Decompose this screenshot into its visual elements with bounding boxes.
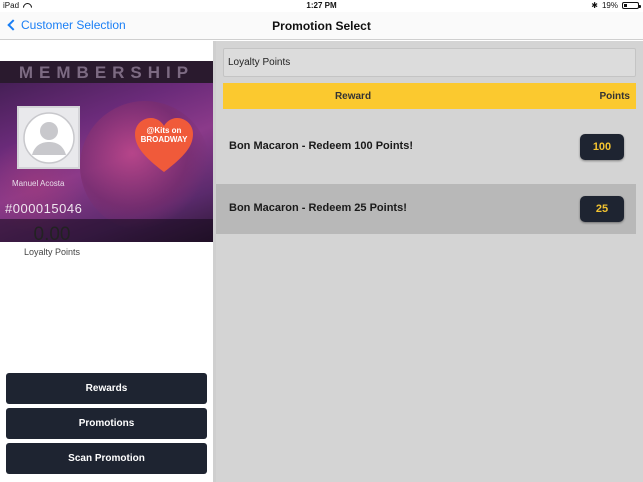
rewards-button[interactable]: Rewards [6, 373, 207, 404]
status-time: 1:27 PM [306, 1, 337, 10]
page-title: Promotion Select [272, 19, 371, 33]
loyalty-points-label: Loyalty Points [23, 247, 81, 257]
reward-column-header: Reward [334, 91, 372, 102]
loyalty-points-value: 0.00 [33, 224, 71, 245]
promotion-panel: Loyalty Points Reward Points Bon Macaron… [216, 41, 643, 482]
person-silhouette-icon [22, 111, 75, 164]
kits-on-broadway-logo: @Kits on BROADWAY [133, 116, 195, 174]
battery-icon [622, 2, 641, 9]
table-row[interactable]: Bon Macaron - Redeem 100 Points! 100 [216, 122, 636, 172]
status-bar: iPad 1:27 PM ✱ 19% [0, 0, 643, 12]
scan-promotion-button[interactable]: Scan Promotion [6, 443, 207, 474]
membership-title: MEMBERSHIP [18, 63, 195, 82]
logo-text: @Kits on BROADWAY [140, 126, 188, 144]
reward-name: Bon Macaron - Redeem 100 Points! [229, 140, 413, 152]
table-header: Reward Points [223, 83, 636, 109]
bluetooth-icon: ✱ [591, 1, 598, 10]
battery-percent: 19% [601, 1, 618, 10]
points-badge[interactable]: 25 [580, 196, 624, 222]
customer-panel: MEMBERSHIP @Kits on BROADWAY Manuel Acos… [0, 41, 213, 482]
promotions-button[interactable]: Promotions [6, 408, 207, 439]
member-number: #000015046 [5, 201, 83, 216]
member-name: Manuel Acosta [12, 179, 65, 188]
navigation-bar: Customer Selection Promotion Select [0, 12, 643, 40]
table-row[interactable]: Bon Macaron - Redeem 25 Points! 25 [216, 184, 636, 234]
reward-name: Bon Macaron - Redeem 25 Points! [229, 202, 407, 214]
membership-card: MEMBERSHIP @Kits on BROADWAY Manuel Acos… [0, 61, 213, 242]
heart-icon [135, 118, 193, 172]
points-column-header: Points [599, 91, 630, 102]
section-title-field: Loyalty Points [223, 48, 636, 77]
avatar [17, 106, 80, 169]
points-badge[interactable]: 100 [580, 134, 624, 160]
